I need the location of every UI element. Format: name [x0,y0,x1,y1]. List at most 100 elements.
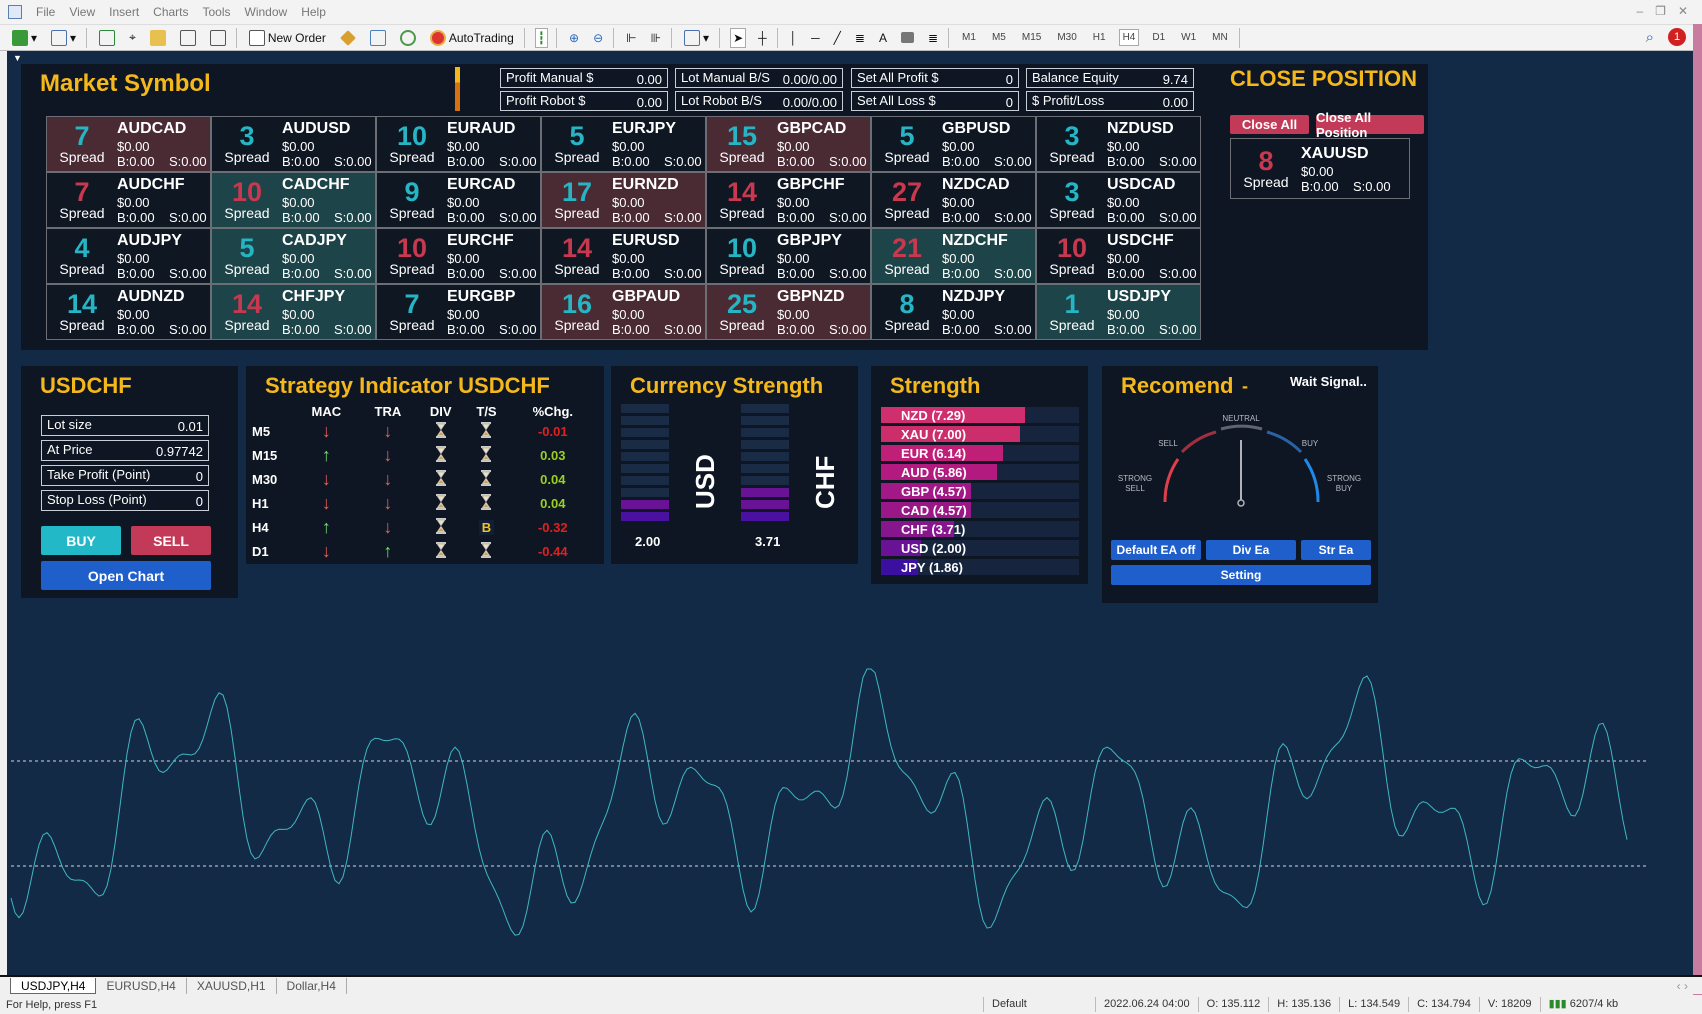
label-button[interactable] [899,28,916,48]
minimize-icon[interactable]: – [1636,4,1643,18]
lot-size-field[interactable]: Lot size 0.01 [41,415,209,436]
autoscroll-button[interactable]: ⊩ [624,28,638,48]
menu-file[interactable]: File [36,5,55,19]
timeframe-m5[interactable]: M5 [989,30,1009,45]
symbol-cell-nzdjpy[interactable]: 8 Spread NZDJPY $0.00 B:0.00 S:0.00 [871,284,1036,340]
indicators-button[interactable]: ▾ [682,28,711,48]
tra-signal: ↑ [359,539,417,563]
horizontal-line-button[interactable]: ─ [809,28,822,48]
new-order-button[interactable]: New Order [247,28,328,48]
fibo-fan-button[interactable]: ≣ [926,28,940,48]
symbol-cell-chfjpy[interactable]: 14 Spread CHFJPY $0.00 B:0.00 S:0.00 [211,284,376,340]
symbol-cell-nzdchf[interactable]: 21 Spread NZDCHF $0.00 B:0.00 S:0.00 [871,228,1036,284]
timeframe-w1[interactable]: W1 [1178,30,1199,45]
menu-window[interactable]: Window [245,5,288,19]
symbol-cell-gbpcad[interactable]: 15 Spread GBPCAD $0.00 B:0.00 S:0.00 [706,116,871,172]
cursor-button[interactable]: ➤ [730,27,747,48]
profiles-button[interactable]: ▾ [49,28,78,48]
restore-icon[interactable]: ❐ [1655,4,1666,18]
symbol-cell-nzdusd[interactable]: 3 Spread NZDUSD $0.00 B:0.00 S:0.00 [1036,116,1201,172]
timeframe-d1[interactable]: D1 [1149,30,1168,45]
symbol-cell-audnzd[interactable]: 14 Spread AUDNZD $0.00 B:0.00 S:0.00 [46,284,211,340]
terminal-button[interactable] [178,28,198,48]
symbol-cell-eurgbp[interactable]: 7 Spread EURGBP $0.00 B:0.00 S:0.00 [376,284,541,340]
menu-insert[interactable]: Insert [109,5,139,19]
trendline-button[interactable]: ╱ [832,28,843,48]
symbol-cell-eurjpy[interactable]: 5 Spread EURJPY $0.00 B:0.00 S:0.00 [541,116,706,172]
symbol-cell-usdchf[interactable]: 10 Spread USDCHF $0.00 B:0.00 S:0.00 [1036,228,1201,284]
signals-button[interactable] [398,28,418,48]
chart-shift-button[interactable]: ⊪ [649,28,663,48]
buy-button[interactable]: BUY [41,526,121,555]
symbol-cell-usdjpy[interactable]: 1 Spread USDJPY $0.00 B:0.00 S:0.00 [1036,284,1201,340]
notification-badge[interactable]: 1 [1668,28,1686,46]
symbol-cell-eurchf[interactable]: 10 Spread EURCHF $0.00 B:0.00 S:0.00 [376,228,541,284]
symbol-buy: B:0.00 [282,154,320,169]
symbol-cell-audusd[interactable]: 3 Spread AUDUSD $0.00 B:0.00 S:0.00 [211,116,376,172]
market-watch-button[interactable] [97,28,117,48]
strength-segment [741,416,789,425]
search-icon[interactable]: ⌕ [1646,29,1654,46]
menu-tools[interactable]: Tools [203,5,231,19]
symbol-cell-gbpnzd[interactable]: 25 Spread GBPNZD $0.00 B:0.00 S:0.00 [706,284,871,340]
tab-usdjpy-h4[interactable]: USDJPY,H4 [10,977,97,994]
symbol-cell-euraud[interactable]: 10 Spread EURAUD $0.00 B:0.00 S:0.00 [376,116,541,172]
symbol-cell-audchf[interactable]: 7 Spread AUDCHF $0.00 B:0.00 S:0.00 [46,172,211,228]
stop-loss-field[interactable]: Stop Loss (Point) 0 [41,490,209,511]
navigator-button[interactable] [148,28,168,48]
spread-value: 3 [1064,121,1080,151]
menu-view[interactable]: View [69,5,95,19]
fibonacci-button[interactable]: ≣ [853,28,867,48]
symbol-cell-eurusd[interactable]: 14 Spread EURUSD $0.00 B:0.00 S:0.00 [541,228,706,284]
new-chart-button[interactable]: ▾ [10,28,39,48]
symbol-cell-eurcad[interactable]: 9 Spread EURCAD $0.00 B:0.00 S:0.00 [376,172,541,228]
default-ea-button[interactable]: Default EA off [1111,540,1201,560]
signals-icon [399,29,416,46]
open-chart-button[interactable]: Open Chart [41,561,211,590]
symbol-cell-audcad[interactable]: 7 Spread AUDCAD $0.00 B:0.00 S:0.00 [46,116,211,172]
timeframe-m30[interactable]: M30 [1054,30,1079,45]
sell-button[interactable]: SELL [131,526,211,555]
symbol-cell-gbpchf[interactable]: 14 Spread GBPCHF $0.00 B:0.00 S:0.00 [706,172,871,228]
timeframe-h1[interactable]: H1 [1090,30,1109,45]
setting-button[interactable]: Setting [1111,565,1371,585]
text-button[interactable]: A [877,28,889,48]
timeframe-m15[interactable]: M15 [1019,30,1044,45]
symbol-cell-gbpaud[interactable]: 16 Spread GBPAUD $0.00 B:0.00 S:0.00 [541,284,706,340]
data-window-button[interactable]: ⌖ [127,28,138,48]
str-ea-button[interactable]: Str Ea [1301,540,1371,560]
close-all-button[interactable]: Close All [1230,115,1309,134]
strategy-tester-button[interactable] [208,28,228,48]
symbol-cell-nzdcad[interactable]: 27 Spread NZDCAD $0.00 B:0.00 S:0.00 [871,172,1036,228]
symbol-cell-gbpusd[interactable]: 5 Spread GBPUSD $0.00 B:0.00 S:0.00 [871,116,1036,172]
timeframe-h4[interactable]: H4 [1118,29,1140,46]
symbol-cell-cadjpy[interactable]: 5 Spread CADJPY $0.00 B:0.00 S:0.00 [211,228,376,284]
zoom-in-button[interactable]: ⊕ [567,28,581,48]
menu-charts[interactable]: Charts [153,5,188,19]
symbol-cell-eurnzd[interactable]: 17 Spread EURNZD $0.00 B:0.00 S:0.00 [541,172,706,228]
symbol-cell-audjpy[interactable]: 4 Spread AUDJPY $0.00 B:0.00 S:0.00 [46,228,211,284]
symbol-cell-cadchf[interactable]: 10 Spread CADCHF $0.00 B:0.00 S:0.00 [211,172,376,228]
vertical-line-button[interactable]: │ [788,28,800,48]
metaeditor-button[interactable] [338,28,358,48]
tab-eurusd-h4[interactable]: EURUSD,H4 [96,977,187,994]
timeframe-mn[interactable]: MN [1209,30,1231,45]
symbol-cell-xauusd[interactable]: 8 Spread XAUUSD $0.00 B:0.00 S:0.00 [1230,138,1410,199]
symbol-cell-usdcad[interactable]: 3 Spread USDCAD $0.00 B:0.00 S:0.00 [1036,172,1201,228]
at-price-field[interactable]: At Price 0.97742 [41,440,209,461]
zoom-out-button[interactable]: ⊖ [591,28,605,48]
autotrading-button[interactable]: AutoTrading [428,28,516,48]
timeframe-m1[interactable]: M1 [959,30,979,45]
close-icon[interactable]: ✕ [1678,4,1688,18]
tab-scroll-arrows[interactable]: ‹ › [1677,979,1688,993]
crosshair-button[interactable]: ┼ [756,28,769,48]
take-profit-field[interactable]: Take Profit (Point) 0 [41,465,209,486]
symbol-cell-gbpjpy[interactable]: 10 Spread GBPJPY $0.00 B:0.00 S:0.00 [706,228,871,284]
candle-chart-button[interactable]: ┇ [534,27,549,48]
div-ea-button[interactable]: Div Ea [1206,540,1296,560]
menu-help[interactable]: Help [301,5,326,19]
close-all-position-button[interactable]: Close All Position [1316,110,1424,140]
tab-xauusd-h1[interactable]: XAUUSD,H1 [187,977,277,994]
tab-dollar-h4[interactable]: Dollar,H4 [277,977,347,994]
mql5-button[interactable] [368,28,388,48]
